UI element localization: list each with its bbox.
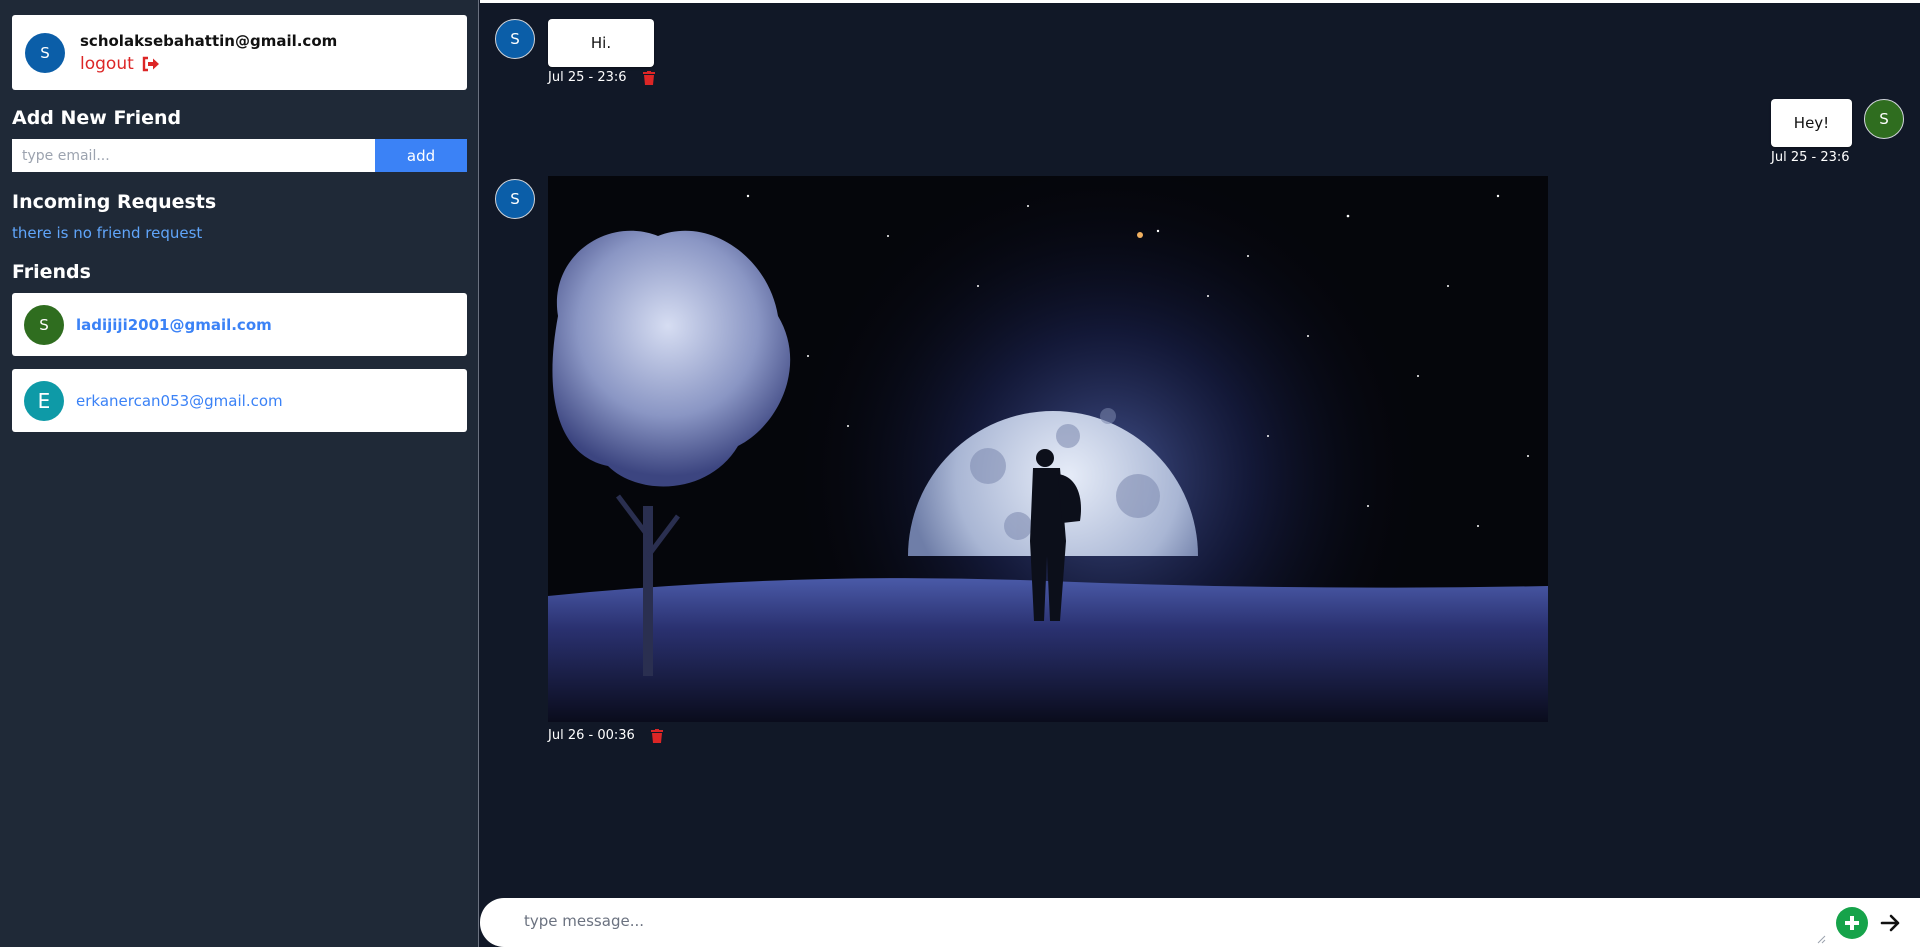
logout-label: logout bbox=[80, 53, 134, 74]
current-user-avatar: S bbox=[25, 32, 65, 73]
chat-app: S scholaksebahattin@gmail.com logout Add… bbox=[0, 0, 1920, 947]
message-avatar: S bbox=[1864, 99, 1904, 139]
message-meta: Jul 25 - 23:6 bbox=[1771, 150, 1850, 165]
message-avatar: S bbox=[495, 179, 535, 219]
message-meta: Jul 25 - 23:6 bbox=[548, 70, 655, 85]
friend-email: ladijiji2001@gmail.com bbox=[76, 315, 272, 334]
friend-item[interactable]: E erkanercan053@gmail.com bbox=[12, 369, 467, 432]
current-user-info: scholaksebahattin@gmail.com logout bbox=[80, 32, 337, 74]
message-bubble: Hi. bbox=[548, 19, 654, 67]
arrow-right-icon bbox=[1880, 914, 1900, 932]
add-friend-button[interactable]: add bbox=[375, 139, 467, 172]
trash-icon[interactable] bbox=[642, 70, 655, 85]
message-bubble: Hey! bbox=[1771, 99, 1852, 147]
resize-grip-icon[interactable] bbox=[1816, 934, 1826, 944]
no-requests-text: there is no friend request bbox=[12, 224, 203, 242]
friend-email: erkanercan053@gmail.com bbox=[76, 391, 283, 410]
sidebar: S scholaksebahattin@gmail.com logout Add… bbox=[0, 0, 479, 947]
add-friend-title: Add New Friend bbox=[12, 107, 182, 129]
message-timestamp: Jul 25 - 23:6 bbox=[548, 70, 627, 85]
friend-item[interactable]: S ladijiji2001@gmail.com bbox=[12, 293, 467, 356]
incoming-requests-title: Incoming Requests bbox=[12, 191, 217, 213]
friend-avatar: S bbox=[24, 304, 64, 345]
plus-circle-icon bbox=[1845, 916, 1859, 930]
message-input[interactable] bbox=[480, 898, 1825, 946]
attach-button[interactable] bbox=[1836, 907, 1868, 939]
send-button[interactable] bbox=[1878, 910, 1904, 936]
current-user-email: scholaksebahattin@gmail.com bbox=[80, 31, 338, 50]
message-timestamp: Jul 25 - 23:6 bbox=[1771, 150, 1850, 165]
message-image[interactable] bbox=[548, 176, 1548, 722]
logout-button[interactable]: logout bbox=[80, 54, 337, 74]
add-friend-email-input[interactable] bbox=[12, 139, 375, 172]
add-friend-form: add bbox=[12, 139, 467, 172]
message-timestamp: Jul 26 - 00:36 bbox=[548, 728, 635, 743]
night-moon-image bbox=[548, 176, 1548, 722]
current-user-card: S scholaksebahattin@gmail.com logout bbox=[12, 15, 467, 90]
message-avatar: S bbox=[495, 19, 535, 59]
friends-title: Friends bbox=[12, 261, 91, 283]
friends-list: S ladijiji2001@gmail.com E erkanercan053… bbox=[12, 293, 467, 432]
message-composer bbox=[480, 898, 1920, 947]
trash-icon[interactable] bbox=[650, 728, 663, 743]
friend-avatar: E bbox=[24, 380, 64, 421]
message-meta: Jul 26 - 00:36 bbox=[548, 728, 663, 743]
sign-out-icon bbox=[142, 56, 159, 71]
